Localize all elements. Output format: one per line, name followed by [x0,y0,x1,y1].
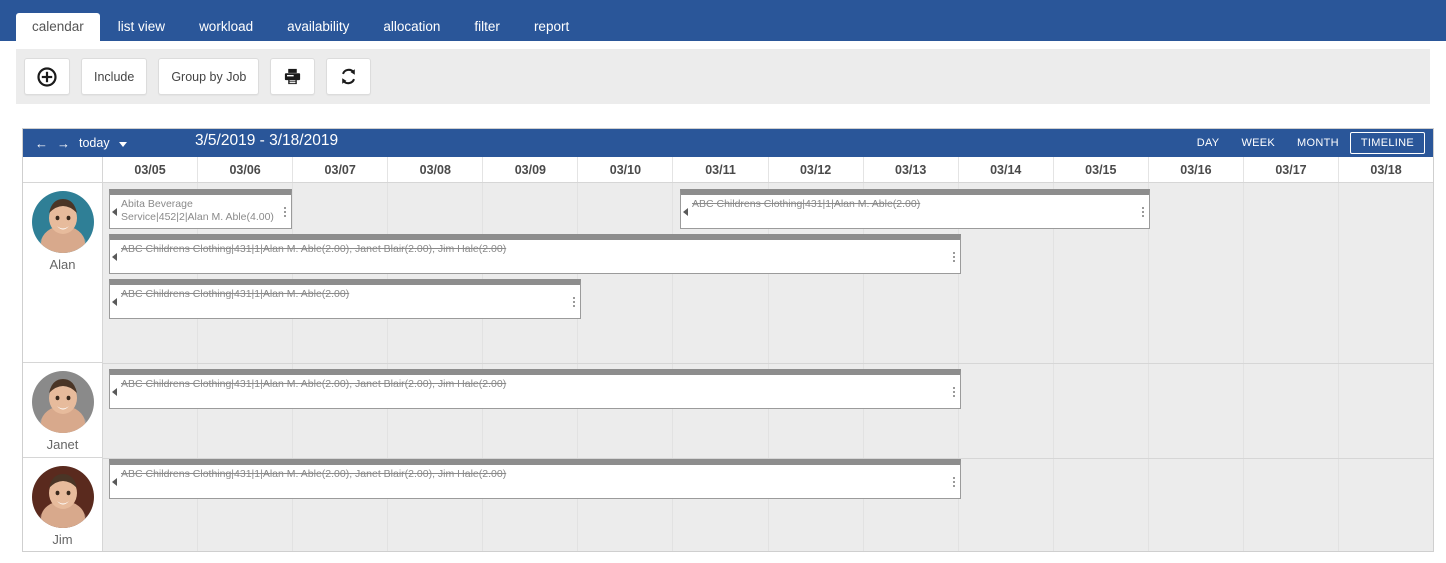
resource-name: Alan [49,257,76,272]
event-drag-handle-icon[interactable] [573,296,575,307]
group-by-job-button-label: Group by Job [171,69,247,84]
calendar-event[interactable]: ABC Childrens Clothing|431|1|Alan M. Abl… [109,369,961,409]
date-column-header[interactable]: 03/12 [769,157,864,182]
calendar-event[interactable]: ABC Childrens Clothing|431|1|Alan M. Abl… [109,279,581,319]
date-column-header[interactable]: 03/07 [293,157,389,182]
resource-column: Alan Janet Jim [23,183,103,551]
event-drag-handle-icon[interactable] [953,251,955,262]
tab-list-view[interactable]: list view [102,13,181,41]
date-column-header[interactable]: 03/08 [388,157,484,182]
event-drag-handle-icon[interactable] [284,206,286,217]
date-header-row: 03/05 03/06 03/07 03/08 03/09 03/10 03/11 03/12… [23,157,1433,183]
date-column-header[interactable]: 03/17 [1244,157,1340,182]
view-mode-group: DAY WEEK MONTH TIMELINE [1186,129,1425,157]
event-drag-handle-icon[interactable] [953,386,955,397]
avatar [31,466,94,528]
today-button[interactable]: today [79,136,110,150]
tab-availability[interactable]: availability [271,13,365,41]
event-resize-left-icon[interactable] [112,477,117,486]
event-drag-handle-icon[interactable] [1142,206,1144,217]
tab-workload[interactable]: workload [183,13,269,41]
calendar-container: ← → today 3/5/2019 - 3/18/2019 DAY WEEK MO… [22,128,1434,552]
event-title: ABC Childrens Clothing|431|1|Alan M. Abl… [692,198,921,210]
date-column-header[interactable]: 03/14 [959,157,1054,182]
group-by-job-button[interactable]: Group by Job [158,58,260,95]
date-column-header[interactable]: 03/13 [864,157,959,182]
date-column-header[interactable]: 03/10 [578,157,674,182]
avatar [31,191,94,253]
view-button-month[interactable]: MONTH [1286,132,1350,154]
event-title: ABC Childrens Clothing|431|1|Alan M. Abl… [121,243,507,255]
event-resize-left-icon[interactable] [683,207,688,216]
event-title: ABC Childrens Clothing|431|1|Alan M. Abl… [121,378,507,390]
event-title: Abita Beverage Service|452|2|Alan M. Abl… [121,198,274,223]
resource-name: Jim [52,532,73,547]
event-layer: Abita Beverage Service|452|2|Alan M. Abl… [103,183,1433,551]
tab-report[interactable]: report [518,13,585,41]
calendar-body: Alan Janet Jim Abita Beverage Service|452|… [23,183,1433,551]
event-title: ABC Childrens Clothing|431|1|Alan M. Abl… [121,288,350,300]
toolbar-inner: Include Group by Job [16,49,1430,104]
resource-row-separator [103,458,1433,459]
resource-row-jim[interactable]: Jim [23,458,102,551]
refresh-button[interactable] [326,58,372,95]
date-cells: 03/05 03/06 03/07 03/08 03/09 03/10 03/11 03/12… [103,157,1433,182]
resource-row-alan[interactable]: Alan [23,183,102,363]
date-column-header[interactable]: 03/06 [198,157,294,182]
date-column-header[interactable]: 03/15 [1054,157,1149,182]
chevron-down-icon[interactable] [118,141,127,147]
calendar-event[interactable]: ABC Childrens Clothing|431|1|Alan M. Abl… [109,234,961,274]
timeline-grid[interactable]: Abita Beverage Service|452|2|Alan M. Abl… [103,183,1433,551]
event-resize-left-icon[interactable] [112,252,117,261]
add-button[interactable] [24,58,70,95]
view-button-week[interactable]: WEEK [1230,132,1286,154]
toolbar: Include Group by Job [0,41,1446,111]
resource-header-cell [23,157,103,182]
print-button[interactable] [270,58,316,95]
avatar [31,371,94,433]
resource-row-janet[interactable]: Janet [23,363,102,458]
resource-name: Janet [46,437,79,452]
event-drag-handle-icon[interactable] [953,476,955,487]
tab-filter[interactable]: filter [458,13,516,41]
view-button-timeline[interactable]: TIMELINE [1349,132,1425,154]
calendar-event[interactable]: Abita Beverage Service|452|2|Alan M. Abl… [109,189,292,229]
date-column-header[interactable]: 03/18 [1339,157,1433,182]
next-period-button[interactable]: → [57,137,70,150]
event-resize-left-icon[interactable] [112,207,117,216]
prev-period-button[interactable]: ← [35,137,48,150]
include-button-label: Include [94,69,135,84]
calendar-header-bar: ← → today 3/5/2019 - 3/18/2019 DAY WEEK MO… [23,129,1433,157]
date-column-header[interactable]: 03/16 [1149,157,1244,182]
tab-calendar[interactable]: calendar [16,13,100,41]
calendar-event[interactable]: ABC Childrens Clothing|431|1|Alan M. Abl… [680,189,1150,229]
calendar-event[interactable]: ABC Childrens Clothing|431|1|Alan M. Abl… [109,459,961,499]
tab-allocation[interactable]: allocation [367,13,456,41]
date-column-header[interactable]: 03/11 [673,157,769,182]
event-title: ABC Childrens Clothing|431|1|Alan M. Abl… [121,468,507,480]
include-button[interactable]: Include [81,58,148,95]
date-range-title: 3/5/2019 - 3/18/2019 [195,132,339,149]
printer-icon [285,68,301,85]
resource-row-separator [103,363,1433,364]
date-column-header[interactable]: 03/09 [483,157,579,182]
date-column-header[interactable]: 03/05 [103,157,199,182]
event-resize-left-icon[interactable] [112,387,117,396]
view-button-day[interactable]: DAY [1186,132,1231,154]
calendar-nav-group: ← → today [23,136,127,150]
refresh-icon [342,68,356,85]
event-resize-left-icon[interactable] [112,297,117,306]
main-tab-bar: calendar list view workload availability all… [0,0,1446,41]
